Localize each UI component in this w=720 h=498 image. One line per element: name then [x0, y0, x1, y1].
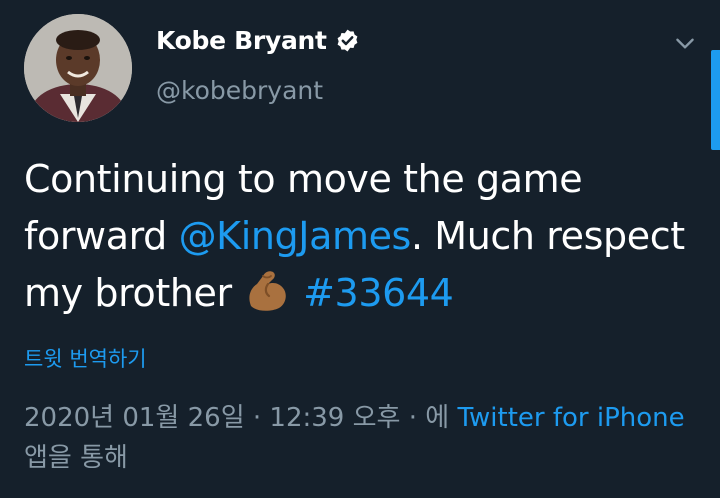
- tweet-meta: 2020년 01월 26일 · 12:39 오후 · 에 Twitter for…: [24, 398, 694, 478]
- avatar-image: [24, 14, 132, 122]
- author-name-row[interactable]: Kobe Bryant: [156, 26, 360, 55]
- flexed-biceps-emoji: [249, 271, 287, 311]
- avatar[interactable]: [24, 14, 132, 122]
- author-handle[interactable]: @kobebryant: [156, 76, 323, 105]
- hashtag-link[interactable]: #33644: [303, 271, 454, 315]
- mention-link[interactable]: @KingJames: [179, 214, 412, 258]
- chevron-down-icon[interactable]: [672, 30, 698, 56]
- tweet-text-part-3: [291, 271, 303, 315]
- meta-suffix: 앱을 통해: [24, 443, 128, 473]
- scrollbar[interactable]: [711, 50, 720, 150]
- tweet-timestamp[interactable]: 2020년 01월 26일 · 12:39 오후 · 에: [24, 403, 457, 433]
- translate-tweet-link[interactable]: 트윗 번역하기: [24, 343, 147, 373]
- tweet-text: Continuing to move the game forward @Kin…: [24, 151, 704, 322]
- author-name[interactable]: Kobe Bryant: [156, 26, 327, 55]
- client-link[interactable]: Twitter for iPhone: [457, 403, 684, 433]
- verified-badge-icon: [337, 29, 358, 52]
